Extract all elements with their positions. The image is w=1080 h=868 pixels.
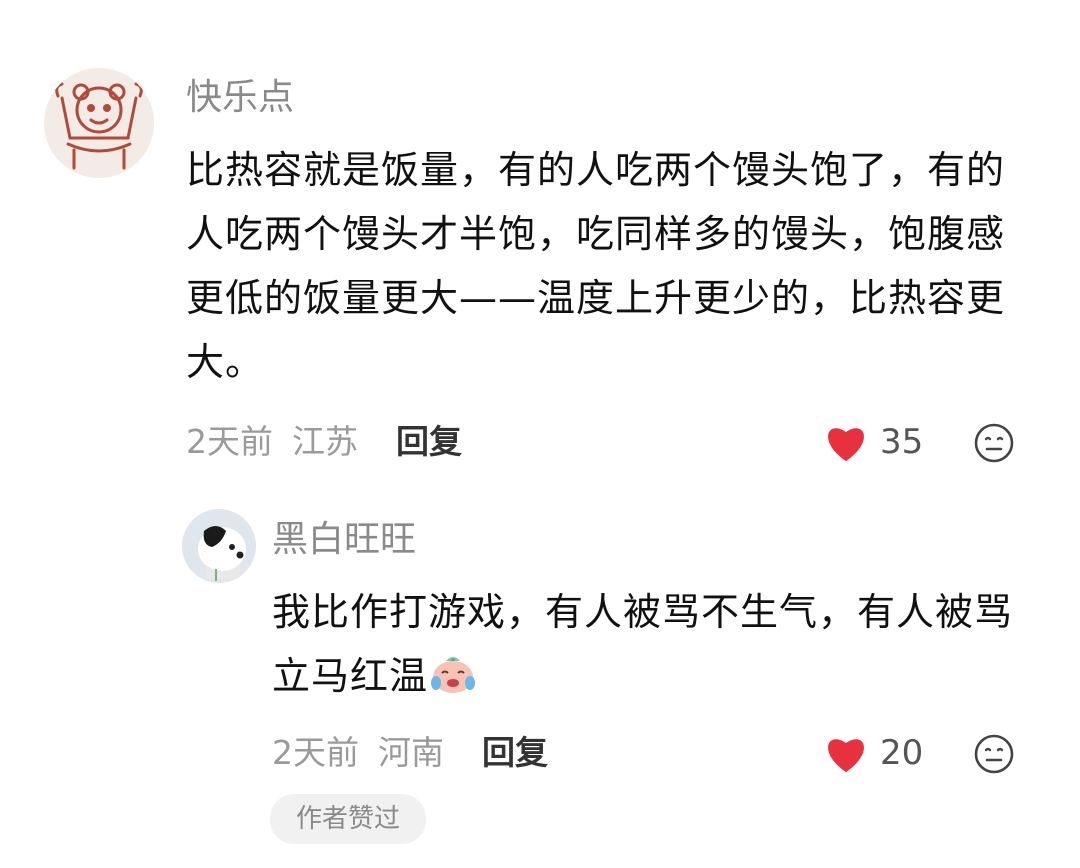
comment-time: 2天前 [186, 422, 273, 461]
comment-dislike-button[interactable] [972, 421, 1016, 465]
reply-reply-button[interactable]: 回复 [482, 731, 548, 775]
crying-laughing-emoji [431, 657, 476, 693]
comment-like-button[interactable]: 35 [824, 420, 934, 466]
reply-time: 2天前 [272, 733, 359, 772]
comment-like-count: 35 [880, 422, 924, 462]
neutral-face-icon [974, 734, 1014, 774]
reply-text-content: 我比作打游戏，有人被骂不生气，有人被骂立马红温 [272, 590, 1014, 698]
reply-text: 我比作打游戏，有人被骂不生气，有人被骂立马红温 [272, 580, 1032, 708]
replier-avatar[interactable] [182, 509, 256, 583]
heart-icon [828, 428, 864, 462]
reply-like-button[interactable]: 20 [824, 731, 934, 777]
neutral-face-icon [974, 423, 1014, 463]
commenter-username[interactable]: 快乐点 [186, 76, 294, 120]
commenter-avatar[interactable] [44, 68, 154, 178]
comment-text: 比热容就是饭量，有的人吃两个馒头饱了，有的人吃两个馒头才半饱，吃同样多的馒头，饱… [186, 148, 1006, 384]
reply-like-count: 20 [880, 733, 924, 773]
author-liked-badge: 作者赞过 [270, 794, 426, 844]
heart-icon [828, 739, 864, 773]
replier-username[interactable]: 黑白旺旺 [272, 518, 416, 562]
comment-location: 江苏 [292, 422, 358, 461]
reply-location: 河南 [378, 733, 444, 772]
comment-reply-button[interactable]: 回复 [396, 420, 462, 464]
reply-dislike-button[interactable] [972, 732, 1016, 776]
